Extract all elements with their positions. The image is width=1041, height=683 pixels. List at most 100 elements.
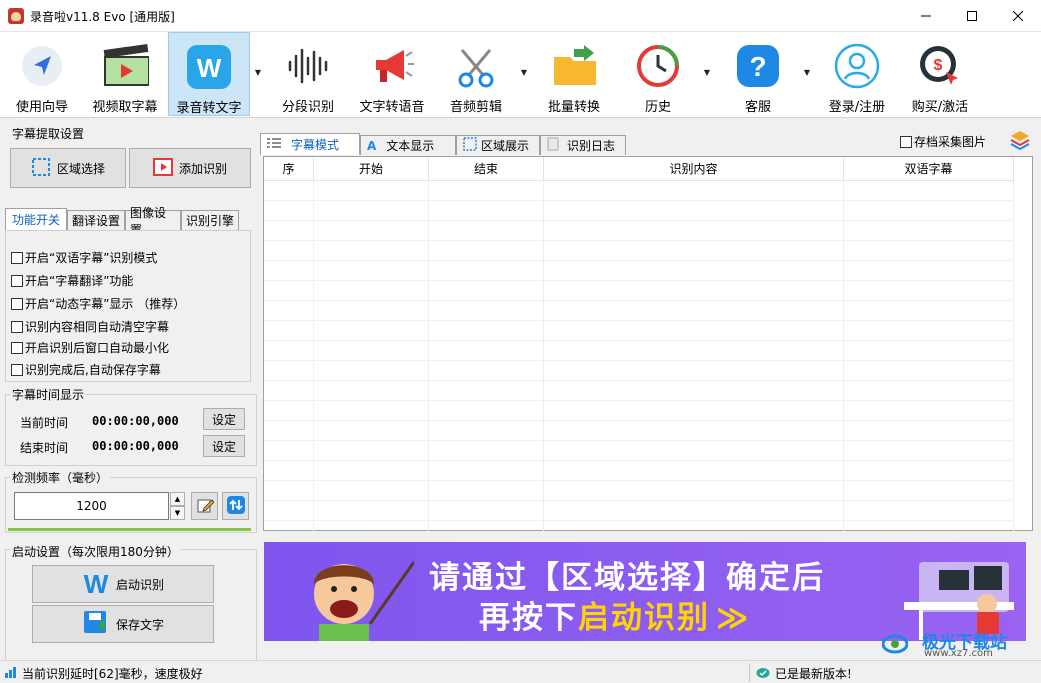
toolbar-guide-button[interactable]: 使用向导: [6, 32, 78, 116]
text-a-icon: A: [367, 138, 377, 153]
promo-banner[interactable]: 请通过【区域选择】确定后 再按下启动识别 ≫: [264, 542, 1026, 641]
close-button[interactable]: [995, 0, 1041, 32]
waveform-icon: [284, 42, 332, 90]
minimize-button[interactable]: [903, 0, 949, 32]
navigation-arrow-icon: [18, 42, 66, 90]
layers-icon[interactable]: [1010, 129, 1030, 151]
end-time-label: 结束时间: [20, 441, 69, 455]
table-rows-area: [264, 181, 1014, 531]
column-header-content[interactable]: 识别内容: [544, 157, 844, 181]
document-icon: [547, 137, 559, 154]
add-recognition-button[interactable]: 添加识别: [129, 148, 251, 188]
save-text-button[interactable]: 保存文字: [32, 605, 214, 643]
tab-recognition-log[interactable]: 识别日志: [540, 135, 626, 155]
cloud-check-icon: [756, 665, 770, 679]
end-time-value: 00:00:00,000: [92, 439, 179, 453]
status-bar: 当前识别延时[62]毫秒，速度极好 已是最新版本!: [0, 660, 1041, 683]
subtitle-table: 序 开始 结束 识别内容 双语字幕: [263, 156, 1033, 531]
audio-edit-dropdown-icon[interactable]: ▼: [519, 68, 529, 78]
frequency-down-button[interactable]: ▼: [170, 506, 185, 520]
option-minimize-checkbox[interactable]: 开启识别后窗口自动最小化: [11, 339, 169, 356]
set-current-time-button[interactable]: 设定: [203, 408, 245, 430]
toolbar-video-subtitle-button[interactable]: 视频取字幕: [86, 32, 164, 116]
column-header-start[interactable]: 开始: [314, 157, 429, 181]
frequency-input[interactable]: 1200: [14, 492, 169, 520]
film-clapper-icon: [101, 42, 149, 90]
title-bar: 录音啦v11.8 Evo [通用版]: [0, 0, 1041, 32]
toolbar-segment-button[interactable]: 分段识别: [272, 32, 344, 116]
toolbar-purchase-button[interactable]: $ 购买/激活: [902, 32, 978, 116]
archive-images-checkbox[interactable]: 存档采集图片: [900, 133, 986, 150]
tab-image-settings[interactable]: 图像设置: [125, 206, 181, 237]
toolbar-audio-edit-button[interactable]: 音频剪辑: [440, 32, 512, 116]
maximize-button[interactable]: [949, 0, 995, 32]
watermark-url: www.xz7.com: [924, 648, 993, 659]
tab-text-display[interactable]: A 文本显示: [360, 135, 456, 155]
svg-text:W: W: [197, 53, 222, 83]
list-icon: [267, 137, 281, 152]
tab-subtitle-mode[interactable]: 字幕模式: [260, 133, 360, 155]
signal-bars-icon: [4, 665, 18, 679]
option-auto-clear-checkbox[interactable]: 识别内容相同自动清空字幕: [11, 318, 169, 335]
swap-arrows-icon: [226, 495, 246, 518]
edit-frequency-button[interactable]: [191, 492, 218, 520]
app-logo-icon: [8, 8, 24, 24]
timing-title: 字幕时间显示: [10, 386, 87, 403]
status-delay-text: 当前识别延时[62]毫秒，速度极好: [22, 667, 203, 681]
teacher-cartoon-icon: [304, 554, 416, 641]
watermark-logo-icon: [881, 632, 909, 656]
column-header-bilingual[interactable]: 双语字幕: [844, 157, 1014, 181]
scissors-icon: [452, 42, 500, 90]
options-panel: 开启“双语字幕”识别模式 开启“字幕翻译”功能 开启“动态字幕”显示 （推荐） …: [5, 230, 251, 382]
support-dropdown-icon[interactable]: ▼: [802, 68, 812, 78]
banner-line-2: 再按下启动识别 ≫: [479, 600, 751, 636]
column-header-end[interactable]: 结束: [429, 157, 544, 181]
region-select-button[interactable]: 区域选择: [10, 148, 126, 188]
current-time-label: 当前时间: [20, 416, 69, 430]
frequency-title: 检测频率（毫秒）: [10, 469, 111, 486]
startup-title: 启动设置（每次限用180分钟）: [10, 543, 181, 560]
toolbar-audio-to-text-button[interactable]: W 录音转文字: [168, 32, 250, 116]
question-icon: ?: [734, 42, 782, 90]
w-word-icon: W: [185, 43, 233, 91]
history-dropdown-icon[interactable]: ▼: [702, 68, 712, 78]
toolbar-support-button[interactable]: ? 客服: [722, 32, 794, 116]
toolbar-history-button[interactable]: 历史: [622, 32, 694, 116]
frequency-up-button[interactable]: ▲: [170, 492, 185, 506]
right-panel: 字幕模式 A 文本显示 区域展示 识别日志 存档采集图片 序 开始 结束 识别内…: [258, 119, 1041, 659]
tab-region-display[interactable]: 区域展示: [456, 135, 540, 155]
option-dynamic-checkbox[interactable]: 开启“动态字幕”显示 （推荐）: [11, 295, 185, 312]
status-version-text: 已是最新版本!: [775, 667, 852, 681]
main-toolbar: 使用向导 视频取字幕 W 录音转文字 ▼ 分段识别 文字转语音 音频剪辑 ▼ 批…: [0, 32, 1041, 118]
clock-history-icon: [634, 42, 682, 90]
window-title: 录音啦v11.8 Evo [通用版]: [30, 10, 175, 24]
floppy-save-icon: [82, 609, 110, 640]
toolbar-text-to-speech-button[interactable]: 文字转语音: [352, 32, 432, 116]
status-divider: [749, 663, 750, 682]
svg-text:?: ?: [749, 51, 766, 82]
banner-line-1: 请通过【区域选择】确定后: [429, 560, 825, 596]
audio-to-text-dropdown-icon[interactable]: ▼: [253, 68, 263, 78]
folder-arrow-icon: [550, 42, 598, 90]
option-translate-checkbox[interactable]: 开启“字幕翻译”功能: [11, 272, 133, 289]
svg-text:$: $: [934, 57, 943, 74]
option-bilingual-checkbox[interactable]: 开启“双语字幕”识别模式: [11, 249, 157, 266]
set-end-time-button[interactable]: 设定: [203, 435, 245, 457]
toolbar-batch-convert-button[interactable]: 批量转换: [538, 32, 610, 116]
play-icon: [152, 157, 173, 179]
toolbar-login-button[interactable]: 登录/注册: [820, 32, 894, 116]
tab-translate-settings[interactable]: 翻译设置: [67, 210, 125, 230]
sync-frequency-button[interactable]: [222, 492, 249, 520]
option-auto-save-checkbox[interactable]: 识别完成后,自动保存字幕: [11, 361, 161, 378]
megaphone-icon: [368, 42, 416, 90]
svg-text:W: W: [84, 570, 109, 596]
left-panel: 字幕提取设置 区域选择 添加识别 功能开关 翻译设置 图像设置 识别引擎 开启“…: [0, 119, 258, 661]
frequency-progress-bar: [8, 528, 251, 531]
tab-engine-settings[interactable]: 识别引擎: [181, 210, 239, 230]
column-header-index[interactable]: 序: [264, 157, 314, 181]
user-icon: [833, 42, 881, 90]
region-dashed-icon: [31, 157, 51, 180]
watermark: 极光下载站 www.xz7.com: [881, 628, 1032, 659]
tab-feature-switch[interactable]: 功能开关: [5, 208, 67, 230]
start-recognition-button[interactable]: W 启动识别: [32, 565, 214, 603]
